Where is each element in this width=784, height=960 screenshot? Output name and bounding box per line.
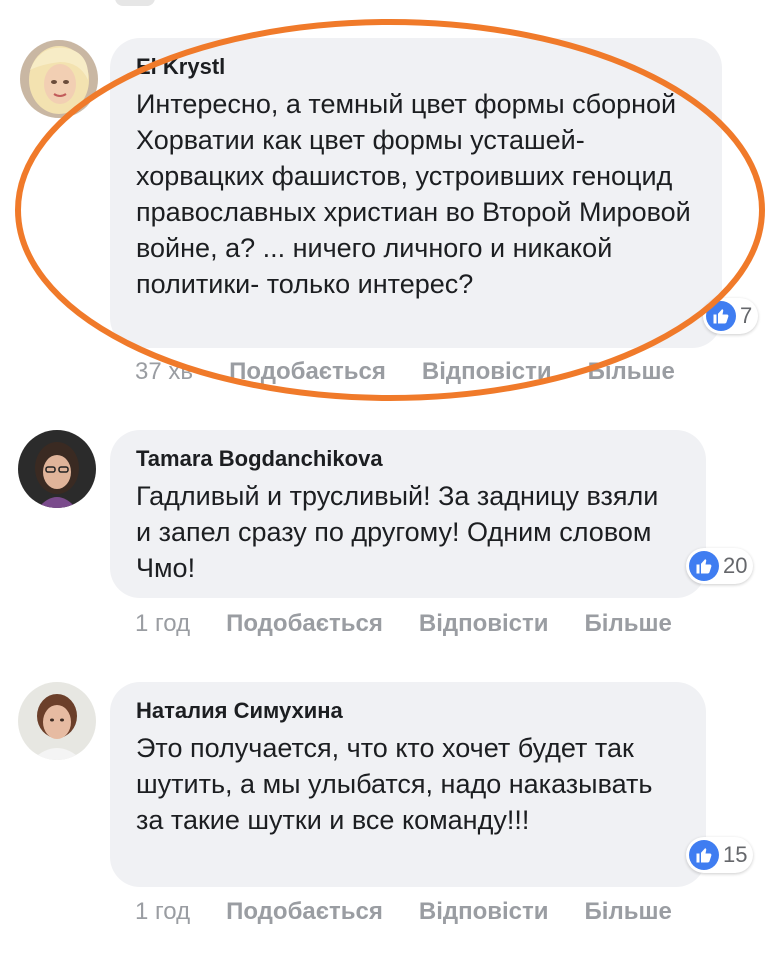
- comment-author[interactable]: Tamara Bogdanchikova: [136, 446, 680, 472]
- avatar[interactable]: [18, 682, 96, 760]
- like-link[interactable]: Подобається: [226, 898, 383, 926]
- thumbs-up-icon: [689, 840, 719, 870]
- comment-bubble: El Krystl Интересно, а темный цвет формы…: [110, 38, 722, 348]
- comment-author[interactable]: Наталия Симухина: [136, 698, 680, 724]
- comment-bubble: Наталия Симухина Это получается, что кто…: [110, 682, 706, 887]
- comment-author[interactable]: El Krystl: [136, 54, 696, 80]
- avatar[interactable]: [20, 40, 98, 118]
- comment-text: Гадливый и трусливый! За задницу взяли и…: [136, 481, 659, 583]
- reply-link[interactable]: Відповісти: [422, 358, 552, 386]
- reaction-count[interactable]: 20: [686, 548, 754, 584]
- like-link[interactable]: Подобається: [229, 358, 386, 386]
- reaction-count[interactable]: 7: [703, 298, 759, 334]
- comment-time[interactable]: 1 год: [135, 898, 190, 926]
- like-link[interactable]: Подобається: [226, 610, 383, 638]
- avatar-el-krystl-image: [20, 40, 98, 118]
- comment-actions: 1 год Подобається Відповісти Більше: [135, 610, 708, 638]
- comment-actions: 37 хв Подобається Відповісти Більше: [135, 358, 711, 386]
- like-count: 15: [723, 842, 748, 867]
- previous-comment-fragment: [115, 0, 155, 6]
- comment-bubble: Tamara Bogdanchikova Гадливый и трусливы…: [110, 430, 706, 598]
- thumbs-up-icon: [689, 551, 719, 581]
- reply-link[interactable]: Відповісти: [419, 610, 549, 638]
- thumbs-up-icon: [706, 301, 736, 331]
- comments-page: El Krystl Интересно, а темный цвет формы…: [0, 0, 784, 960]
- avatar[interactable]: [18, 430, 96, 508]
- reply-link[interactable]: Відповісти: [419, 898, 549, 926]
- like-count: 7: [740, 303, 753, 328]
- comment-text: Это получается, что кто хочет будет так …: [136, 733, 653, 835]
- more-link[interactable]: Більше: [588, 358, 675, 386]
- more-link[interactable]: Більше: [585, 610, 672, 638]
- avatar-tamara-image: [18, 430, 96, 508]
- comment-text: Интересно, а темный цвет формы сборной Х…: [136, 89, 691, 299]
- comment-actions: 1 год Подобається Відповісти Більше: [135, 898, 708, 926]
- comment-time[interactable]: 1 год: [135, 610, 190, 638]
- comment-time[interactable]: 37 хв: [135, 358, 193, 386]
- more-link[interactable]: Більше: [585, 898, 672, 926]
- reaction-count[interactable]: 15: [686, 837, 754, 873]
- like-count: 20: [723, 553, 748, 578]
- avatar-natalia-image: [18, 682, 96, 760]
